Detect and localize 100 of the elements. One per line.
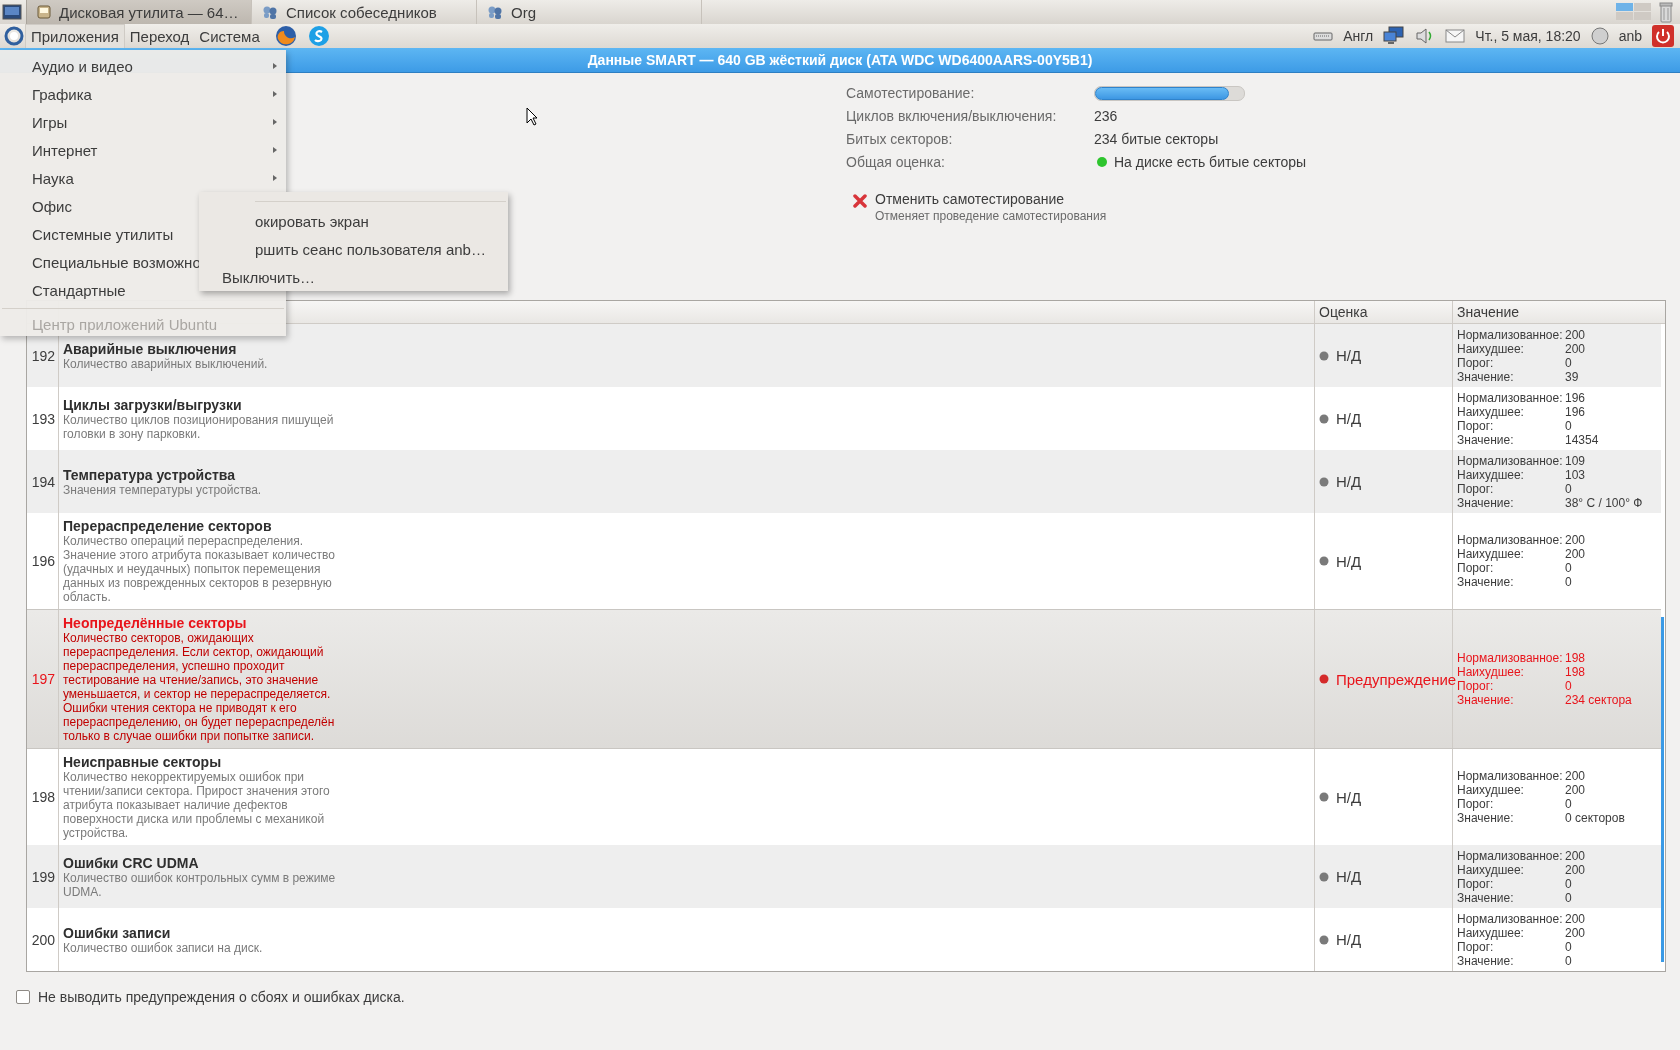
value-label: Нормализованное: bbox=[1457, 533, 1564, 547]
table-row[interactable] bbox=[27, 609, 1661, 749]
attribute-description: Количество секторов, ожидающих перераспределения. Если сектор, ожидающий перераспределения, успешно проходит тестирование на чтение/запись, это значение уменьшается, и сектор не перераспределяется. Ошибки чтения сектора не приводят к его перераспределению, он будет перераспределён только в случае ошибки при попытке записи. bbox=[63, 631, 336, 743]
value-label: Порог: bbox=[1457, 797, 1495, 811]
value-text: 0 bbox=[1565, 953, 1573, 968]
menu-entry[interactable]: окировать экран bbox=[199, 208, 508, 236]
power-icon[interactable] bbox=[1652, 25, 1674, 47]
attribute-description: Значения температуры устройства. bbox=[63, 482, 263, 497]
scrollbar-thumb[interactable] bbox=[1661, 617, 1664, 962]
value-label: Порог: bbox=[1457, 355, 1494, 370]
value-text: 0 bbox=[1565, 575, 1573, 589]
assessment-text: Н/Д bbox=[1336, 931, 1362, 948]
value-label: Порог: bbox=[1457, 481, 1494, 496]
chat-people-icon bbox=[487, 5, 503, 19]
value-label: Значение: bbox=[1457, 811, 1515, 825]
value-text: 0 секторов bbox=[1565, 811, 1625, 825]
value-text: 0 bbox=[1565, 355, 1573, 370]
assessment-text: Н/Д bbox=[1336, 347, 1362, 364]
status-dot-icon bbox=[1319, 871, 1329, 882]
value-label: Значение: bbox=[1457, 495, 1515, 510]
value-text: 0 bbox=[1565, 890, 1573, 905]
value-text: 200 bbox=[1565, 341, 1586, 356]
field-label: Циклов включения/выключения: bbox=[846, 107, 1058, 125]
value-label: Порог: bbox=[1457, 876, 1494, 891]
cancel-selftest-link[interactable]: Отменить самотестирование bbox=[875, 191, 1107, 207]
value-label: Значение: bbox=[1457, 953, 1515, 968]
menu-item[interactable]: Система bbox=[194, 24, 265, 48]
value-text: 198 bbox=[1565, 651, 1587, 665]
menu-item[interactable]: Переход bbox=[124, 24, 195, 48]
taskbar-tab[interactable]: Дисковая утилита — 64… bbox=[26, 0, 252, 24]
menu-item[interactable]: Приложения bbox=[25, 24, 125, 48]
table-row[interactable]: 194 Температура устройства Значения температуры устройства. Н/Д Нормализованное: 109 Наихудшее: 103 Порог: 0 Значение: 38° C / 100° Ф bbox=[27, 450, 1661, 513]
attribute-description: Количество операций перераспределения. Значение этого атрибута показывает количество (удачных и неудачных) попыток перемещения данных из поврежденных секторов в резервную область. bbox=[63, 534, 337, 604]
network-icon[interactable] bbox=[1383, 26, 1406, 46]
value-label: Значение: bbox=[1457, 693, 1515, 707]
value-label: Нормализованное: bbox=[1457, 911, 1564, 926]
menu-entry[interactable]: Офис bbox=[32, 197, 72, 215]
checkbox[interactable] bbox=[16, 990, 30, 1004]
checkbox-label[interactable]: Не выводить предупреждения о сбоях и ошибках диска. bbox=[38, 989, 405, 1005]
table-row[interactable]: 199 Ошибки CRC UDMA Количество ошибок контрольных сумм в режиме UDMA. Н/Д Нормализованное: 200 Наихудшее: 200 Порог: 0 Значение: 0 bbox=[27, 845, 1661, 908]
value-text: 0 bbox=[1565, 418, 1573, 433]
attribute-description: Количество циклов позиционирования пишущей головки в зону парковки. bbox=[63, 412, 335, 441]
status-dot-icon bbox=[1319, 674, 1329, 684]
cancel-icon[interactable] bbox=[853, 194, 867, 208]
value-text: 200 bbox=[1565, 911, 1586, 926]
mail-icon[interactable] bbox=[1445, 29, 1466, 43]
workspace-switcher-icon[interactable] bbox=[1616, 2, 1652, 22]
status-dot-icon bbox=[1319, 413, 1329, 424]
menu-entry[interactable]: Аудио и видео bbox=[32, 57, 133, 75]
menu-entry[interactable]: Специальные возможно bbox=[32, 253, 201, 271]
attribute-id: 199 bbox=[27, 845, 59, 908]
value-text: 200 bbox=[1565, 783, 1587, 797]
table-row[interactable]: 200 Ошибки записи Количество ошибок записи на диск. Н/Д Нормализованное: 200 Наихудшее: 200 Порог: 0 Значение: 0 bbox=[27, 908, 1661, 971]
value-label: Нормализованное: bbox=[1457, 651, 1564, 665]
value-text: 200 bbox=[1565, 327, 1586, 342]
mouse-cursor-icon bbox=[526, 107, 538, 126]
value-text: 196 bbox=[1565, 390, 1587, 405]
menu-entry[interactable]: Стандартные bbox=[32, 281, 126, 299]
user-name[interactable]: anb bbox=[1618, 28, 1642, 44]
value-text: 234 сектора bbox=[1565, 693, 1632, 707]
value-text: 200 bbox=[1565, 533, 1586, 547]
status-dot-icon bbox=[1319, 792, 1329, 802]
assessment-text: Н/Д bbox=[1336, 473, 1362, 490]
browser-icon bbox=[274, 25, 297, 47]
attribute-id: 197 bbox=[27, 610, 59, 748]
menu-entry[interactable]: Наука bbox=[32, 169, 74, 187]
attribute-id: 200 bbox=[27, 908, 59, 971]
clock[interactable]: Чт., 5 мая, 18:20 bbox=[1475, 28, 1581, 44]
attribute-name: Перераспределение секторов bbox=[63, 518, 273, 534]
keyboard-layout[interactable]: Англ bbox=[1343, 28, 1374, 44]
value-label: Значение: bbox=[1457, 575, 1515, 589]
desktop-icon[interactable] bbox=[2, 2, 22, 22]
value-label: Нормализованное: bbox=[1457, 848, 1564, 863]
value-label: Наихудшее: bbox=[1457, 925, 1524, 940]
action-description: Отменяет проведение самотестирования bbox=[875, 209, 1107, 223]
keyboard-icon[interactable] bbox=[1313, 30, 1334, 42]
value-label: Значение: bbox=[1457, 432, 1515, 447]
value-text: 0 bbox=[1565, 876, 1573, 891]
attribute-description: Количество ошибок записи на диск. bbox=[63, 940, 264, 955]
column-header[interactable]: Значение bbox=[1453, 301, 1665, 323]
field-label: Битых секторов: bbox=[846, 130, 954, 148]
value-label: Нормализованное: bbox=[1457, 769, 1564, 783]
menu-entry[interactable]: Графика bbox=[32, 85, 92, 103]
trash-icon[interactable] bbox=[1658, 1, 1674, 23]
attribute-description: Количество ошибок контрольных сумм в режиме UDMA. bbox=[63, 870, 337, 899]
menu-entry[interactable]: Интернет bbox=[32, 141, 98, 159]
menu-entry[interactable]: Выключить… bbox=[199, 263, 508, 291]
value-label: Наихудшее: bbox=[1457, 404, 1524, 419]
menu-entry[interactable]: Игры bbox=[32, 113, 68, 131]
assessment-text: Н/Д bbox=[1336, 788, 1362, 806]
user-status-icon[interactable] bbox=[1590, 27, 1609, 45]
status-dot-icon bbox=[1319, 556, 1329, 566]
menu-entry[interactable]: Системные утилиты bbox=[32, 225, 174, 243]
column-header[interactable]: Оценка bbox=[1315, 301, 1453, 323]
chat-app-icon[interactable] bbox=[307, 25, 330, 47]
value-label: Значение: bbox=[1457, 890, 1515, 905]
menu-entry[interactable]: ршить сеанс пользователя anb… bbox=[199, 235, 508, 264]
chat-people-icon bbox=[262, 5, 278, 19]
value-text: 200 bbox=[1565, 925, 1586, 940]
field-value: 236 bbox=[1094, 108, 1118, 124]
